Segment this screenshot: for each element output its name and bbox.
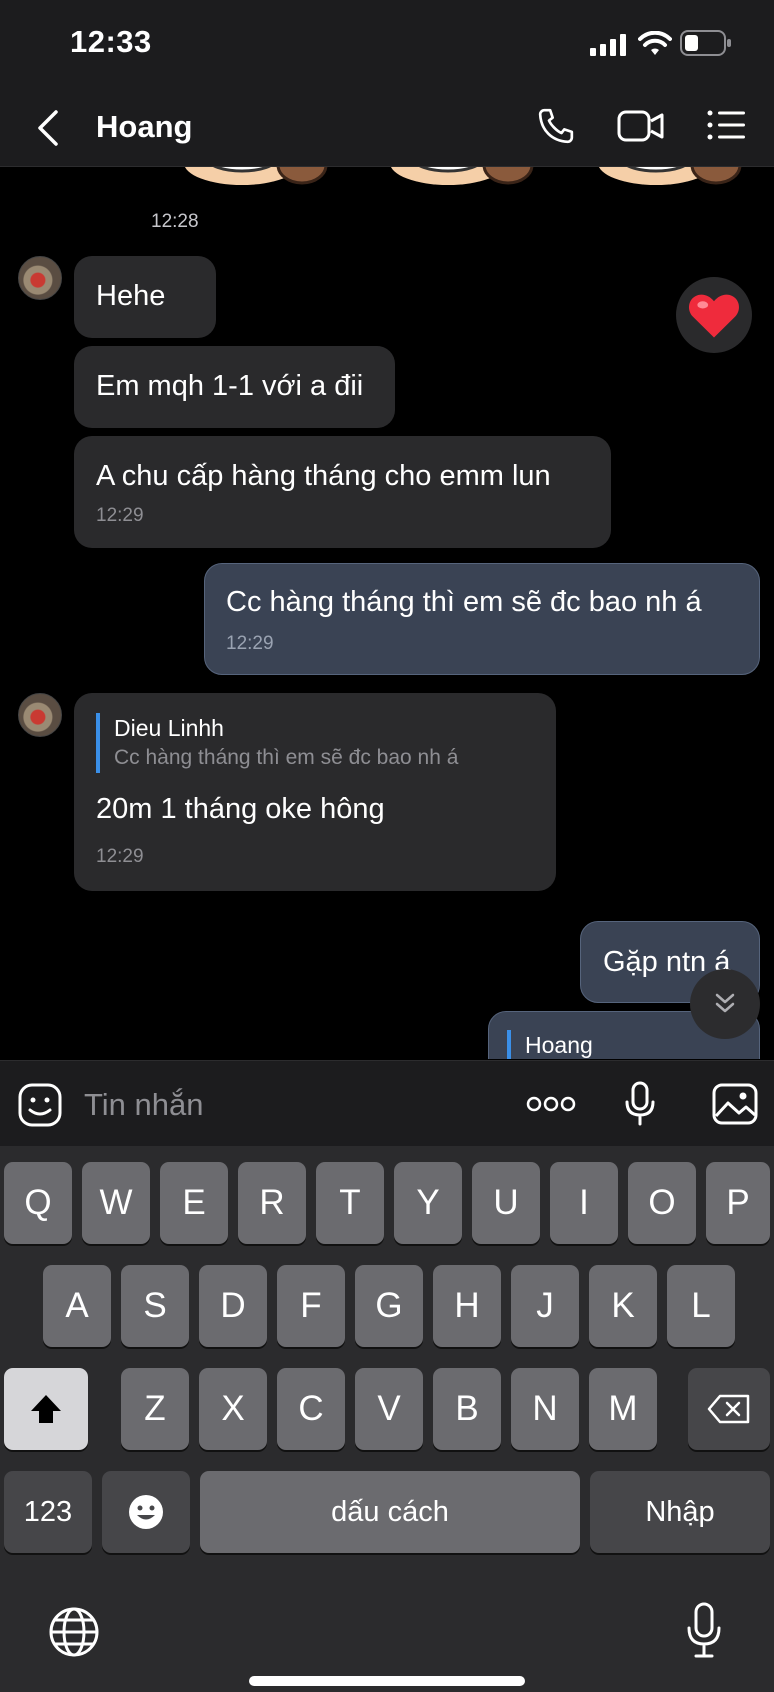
key-q[interactable]: Q	[4, 1162, 72, 1244]
numbers-key[interactable]: 123	[4, 1471, 92, 1553]
status-time: 12:33	[70, 24, 152, 59]
backspace-icon	[707, 1394, 750, 1424]
message-list[interactable]: 12:28 Hehe Em mqh 1-1 với a đii A chu cấ…	[0, 167, 774, 1059]
message-text: 20m 1 tháng oke hông	[96, 793, 385, 825]
signal-icon	[590, 34, 626, 56]
avatar[interactable]	[18, 256, 62, 300]
key-l[interactable]: L	[667, 1265, 735, 1347]
message-text: Em mqh 1-1 với a đii	[96, 370, 364, 402]
key-t[interactable]: T	[316, 1162, 384, 1244]
key-e[interactable]: E	[160, 1162, 228, 1244]
key-m[interactable]: M	[589, 1368, 657, 1450]
more-icon[interactable]	[526, 1095, 576, 1113]
space-key[interactable]: dấu cách	[200, 1471, 580, 1553]
key-k[interactable]: K	[589, 1265, 657, 1347]
key-p[interactable]: P	[706, 1162, 770, 1244]
key-o[interactable]: O	[628, 1162, 696, 1244]
home-indicator	[249, 1676, 525, 1686]
message-time: 12:29	[96, 505, 144, 526]
message-bubble[interactable]: A chu cấp hàng tháng cho emm lun 12:29	[74, 436, 611, 548]
emoji-key[interactable]	[102, 1471, 190, 1553]
phone-icon[interactable]	[536, 106, 576, 146]
key-h[interactable]: H	[433, 1265, 501, 1347]
composer: Tin nhắn	[0, 1060, 774, 1147]
key-a[interactable]: A	[43, 1265, 111, 1347]
message-text: A chu cấp hàng tháng cho emm lun	[96, 460, 551, 492]
heart-icon	[689, 294, 739, 338]
key-g[interactable]: G	[355, 1265, 423, 1347]
shift-icon	[31, 1395, 61, 1423]
contact-name[interactable]: Hoang	[96, 109, 192, 145]
key-j[interactable]: J	[511, 1265, 579, 1347]
key-x[interactable]: X	[199, 1368, 267, 1450]
key-i[interactable]: I	[550, 1162, 618, 1244]
reply-quote[interactable]: Dieu Linhh Cc hàng tháng thì em sẽ đc ba…	[96, 713, 556, 773]
emoji-icon	[129, 1495, 163, 1529]
message-text: Hehe	[96, 280, 166, 312]
key-u[interactable]: U	[472, 1162, 540, 1244]
key-w[interactable]: W	[82, 1162, 150, 1244]
reaction-badge[interactable]	[676, 277, 752, 353]
sticker-icon[interactable]	[18, 1083, 62, 1127]
key-y[interactable]: Y	[394, 1162, 462, 1244]
message-time: 12:29	[226, 633, 274, 654]
message-bubble[interactable]: Cc hàng tháng thì em sẽ đc bao nh á 12:2…	[204, 563, 760, 675]
message-bubble[interactable]: Em mqh 1-1 với a đii	[74, 346, 395, 428]
key-c[interactable]: C	[277, 1368, 345, 1450]
avatar[interactable]	[18, 693, 62, 737]
reply-text: Cc hàng tháng thì em sẽ đc bao nh á	[114, 746, 459, 769]
key-f[interactable]: F	[277, 1265, 345, 1347]
key-z[interactable]: Z	[121, 1368, 189, 1450]
wifi-icon	[638, 31, 672, 55]
image-icon[interactable]	[712, 1083, 758, 1125]
key-d[interactable]: D	[199, 1265, 267, 1347]
message-bubble[interactable]: Dieu Linhh Cc hàng tháng thì em sẽ đc ba…	[74, 693, 556, 891]
dictation-mic-icon[interactable]	[686, 1602, 722, 1660]
globe-icon[interactable]	[48, 1606, 100, 1658]
battery-icon	[680, 30, 731, 56]
scroll-down-button[interactable]	[690, 969, 760, 1039]
sticker-time: 12:28	[151, 211, 199, 232]
reply-name: Dieu Linhh	[114, 715, 224, 741]
message-time: 12:29	[96, 846, 144, 867]
chevron-left-icon[interactable]	[36, 110, 60, 146]
return-key[interactable]: Nhập	[590, 1471, 770, 1553]
chat-header: Hoang	[0, 88, 774, 167]
status-bar: 12:33	[0, 0, 774, 88]
sticker-image[interactable]	[182, 167, 332, 191]
sticker-image[interactable]	[388, 167, 538, 191]
shift-key[interactable]	[4, 1368, 88, 1450]
key-b[interactable]: B	[433, 1368, 501, 1450]
message-text: Cc hàng tháng thì em sẽ đc bao nh á	[226, 586, 702, 618]
keyboard: Q W E R T Y U I O P A S D F G H J K L Z …	[0, 1146, 774, 1692]
message-bubble[interactable]: Hehe	[74, 256, 216, 338]
key-s[interactable]: S	[121, 1265, 189, 1347]
key-n[interactable]: N	[511, 1368, 579, 1450]
message-input[interactable]: Tin nhắn	[84, 1087, 464, 1123]
key-r[interactable]: R	[238, 1162, 306, 1244]
sticker-image[interactable]	[596, 167, 746, 191]
double-chevron-down-icon	[715, 993, 735, 1013]
key-v[interactable]: V	[355, 1368, 423, 1450]
backspace-key[interactable]	[688, 1368, 770, 1450]
video-icon[interactable]	[617, 108, 665, 144]
list-icon[interactable]	[706, 108, 746, 142]
mic-icon[interactable]	[624, 1081, 656, 1127]
